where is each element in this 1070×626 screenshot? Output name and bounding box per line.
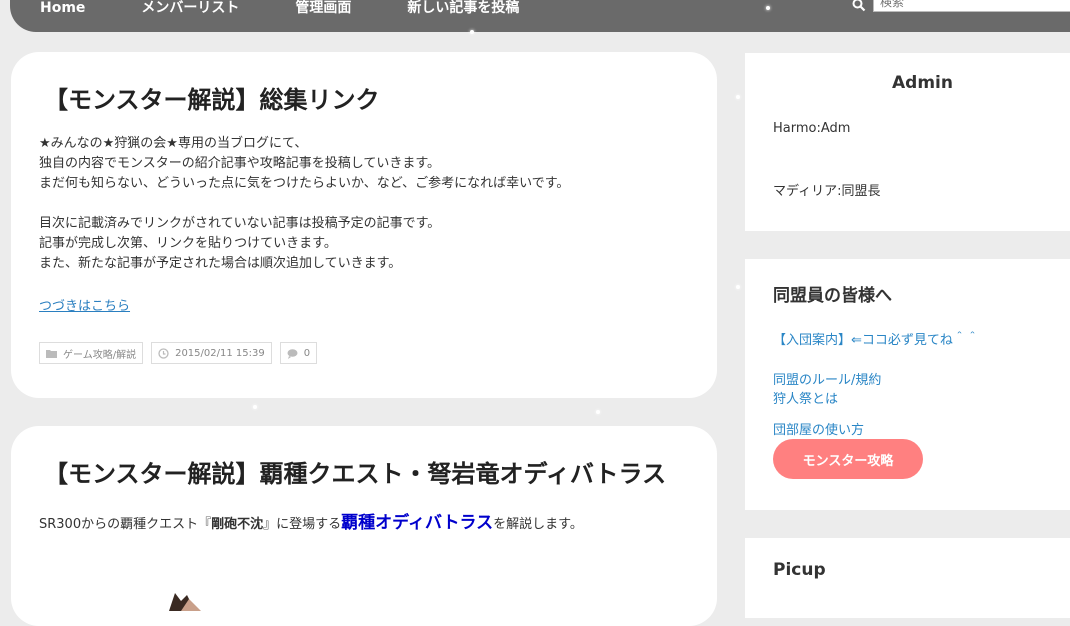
comment-icon bbox=[287, 348, 298, 359]
nav-admin[interactable]: 管理画面 bbox=[295, 0, 351, 16]
main-nav: Home メンバーリスト 管理画面 新しい記事を投稿 bbox=[40, 0, 519, 16]
date-tag: 2015/02/11 15:39 bbox=[151, 342, 272, 364]
sparkle-decoration bbox=[470, 30, 474, 34]
article-paragraph: また、新たな記事が予定された場合は順次追加していきます。 bbox=[39, 256, 402, 271]
nav-home[interactable]: Home bbox=[40, 0, 85, 16]
picup-widget-title: Picup bbox=[773, 560, 826, 580]
article-paragraph: 記事が完成し次第、リンクを貼りつけていきます。 bbox=[39, 236, 337, 251]
article-title[interactable]: 【モンスター解説】総集リンク bbox=[44, 80, 380, 115]
intro-text: SR300からの覇種クエスト『 bbox=[39, 517, 212, 532]
admin-line: マディリア:同盟長 bbox=[773, 184, 881, 199]
category-label: ゲーム攻略/解説 bbox=[63, 349, 137, 361]
intro-text: を解説します。 bbox=[493, 517, 583, 532]
article-paragraph: 独自の内容でモンスターの紹介記事や攻略記事を投稿していきます。 bbox=[39, 156, 441, 171]
article-card: 【モンスター解説】総集リンク ★みんなの★狩猟の会★専用の当ブログにて、 独自の… bbox=[11, 52, 717, 398]
category-tag[interactable]: ゲーム攻略/解説 bbox=[39, 342, 144, 364]
sidebar-members-widget: 同盟員の皆様へ 【入団案内】⇐ココ必ず見てね＾＾ 同盟のルール/規約 狩人祭とは… bbox=[745, 259, 1070, 510]
members-widget-title: 同盟員の皆様へ bbox=[773, 286, 892, 306]
sparkle-decoration bbox=[736, 285, 740, 289]
date-label: 2015/02/11 15:39 bbox=[175, 347, 265, 359]
sparkle-decoration bbox=[253, 405, 257, 409]
sidebar-link-guide[interactable]: 【入団案内】⇐ココ必ず見てね＾＾ bbox=[773, 329, 979, 348]
intro-text: 』に登場する bbox=[263, 517, 342, 532]
article-card: 【モンスター解説】覇種クエスト・弩岩竜オディバトラス SR300からの覇種クエス… bbox=[11, 426, 717, 626]
article-paragraph: ★みんなの★狩猟の会★専用の当ブログにて、 bbox=[39, 136, 308, 151]
monster-name: 覇種オディバトラス bbox=[341, 513, 494, 533]
article-body: ★みんなの★狩猟の会★専用の当ブログにて、 独自の内容でモンスターの紹介記事や攻… bbox=[39, 134, 569, 274]
clock-icon bbox=[158, 347, 169, 359]
sparkle-decoration bbox=[736, 95, 740, 99]
sidebar-link-rules[interactable]: 同盟のルール/規約 bbox=[773, 369, 881, 388]
quest-name: 剛砲不沈 bbox=[211, 517, 264, 532]
monster-guide-button[interactable]: モンスター攻略 bbox=[773, 439, 923, 479]
sparkle-decoration bbox=[596, 410, 600, 414]
sparkle-decoration bbox=[766, 6, 770, 10]
monster-image bbox=[169, 593, 201, 611]
article-title[interactable]: 【モンスター解説】覇種クエスト・弩岩竜オディバトラス bbox=[44, 454, 666, 489]
sidebar-link-room[interactable]: 団部屋の使い方 bbox=[773, 419, 864, 438]
folder-icon bbox=[46, 349, 57, 358]
sparkle-decoration bbox=[63, 148, 67, 152]
read-more-link[interactable]: つづきはこちら bbox=[39, 295, 130, 314]
nav-member-list[interactable]: メンバーリスト bbox=[141, 0, 239, 16]
comment-count: 0 bbox=[303, 347, 311, 359]
article-paragraph: まだ何も知らない、どういった点に気をつけたらよいか、など、ご参考になれば幸いです… bbox=[39, 176, 570, 191]
nav-new-post[interactable]: 新しい記事を投稿 bbox=[407, 0, 519, 16]
comment-tag[interactable]: 0 bbox=[279, 342, 318, 364]
search-input[interactable] bbox=[873, 0, 1070, 12]
sidebar-admin-widget: Admin Harmo:Adm マディリア:同盟長 bbox=[745, 53, 1070, 231]
search-icon[interactable] bbox=[852, 0, 866, 12]
sidebar-picup-widget: Picup bbox=[745, 538, 1070, 618]
article-intro: SR300からの覇種クエスト『剛砲不沈』に登場する覇種オディバトラスを解説します… bbox=[39, 508, 583, 533]
admin-widget-title: Admin bbox=[892, 73, 953, 93]
admin-line: Harmo:Adm bbox=[773, 121, 851, 136]
article-paragraph: 目次に記載済みでリンクがされていない記事は投稿予定の記事です。 bbox=[39, 216, 441, 231]
article-meta: ゲーム攻略/解説 2015/02/11 15:39 0 bbox=[39, 342, 318, 364]
sidebar-link-festival[interactable]: 狩人祭とは bbox=[773, 388, 838, 407]
